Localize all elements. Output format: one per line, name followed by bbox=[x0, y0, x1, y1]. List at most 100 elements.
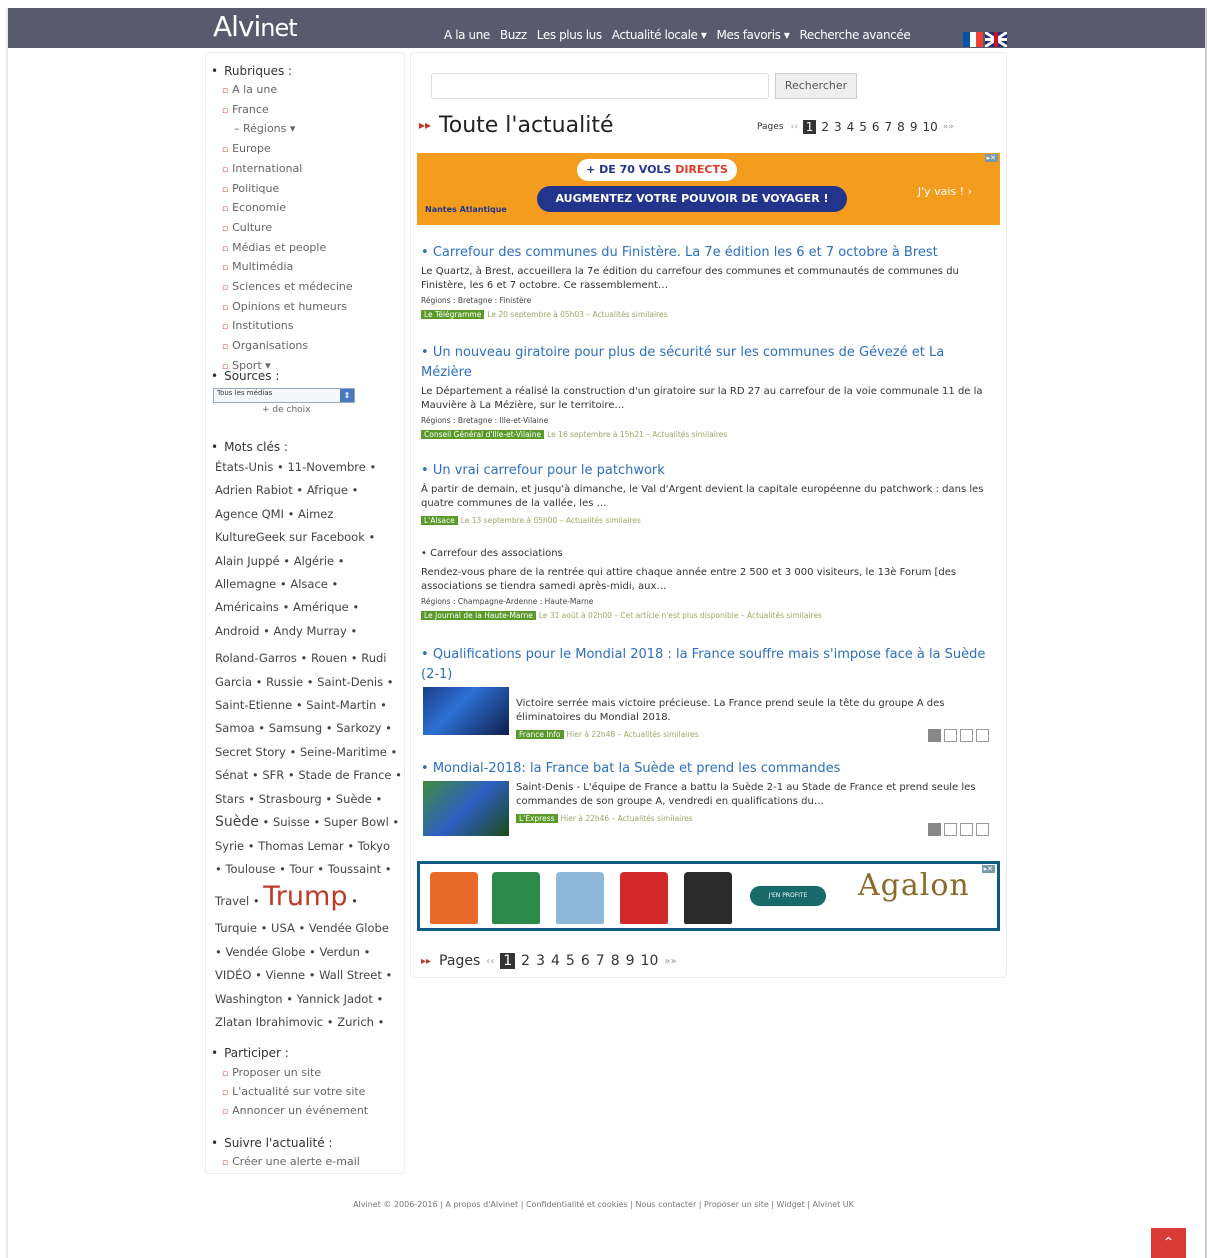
article-thumbnail[interactable] bbox=[423, 687, 509, 735]
tag-line[interactable]: Stars • Strasbourg • Suède • bbox=[215, 788, 401, 811]
tag-line[interactable]: Zlatan Ibrahimovic • Zurich • bbox=[215, 1011, 401, 1034]
page-link[interactable]: 5 bbox=[566, 953, 575, 969]
back-to-top-button[interactable]: ⌃ bbox=[1151, 1228, 1186, 1258]
site-logo[interactable]: Alvinet bbox=[213, 10, 298, 43]
sources-select[interactable]: Tous les médias ⇕ bbox=[213, 388, 355, 403]
source-badge[interactable]: France Info bbox=[516, 730, 564, 739]
page-link[interactable]: 9 bbox=[626, 953, 635, 969]
tag-line[interactable]: Allemagne • Alsace • bbox=[215, 573, 401, 596]
page-link[interactable]: 8 bbox=[897, 120, 905, 134]
ad-close-icon[interactable]: ▸✕ bbox=[984, 154, 998, 162]
googleplus-icon[interactable] bbox=[960, 823, 973, 836]
tag-line[interactable]: VIDÉO • Vienne • Wall Street • bbox=[215, 964, 401, 987]
email-icon[interactable] bbox=[976, 729, 989, 742]
facebook-icon[interactable] bbox=[928, 823, 941, 836]
french-flag-icon[interactable] bbox=[963, 32, 984, 47]
article-title[interactable]: Carrefour des associations bbox=[421, 544, 993, 564]
page-link[interactable]: 10 bbox=[922, 120, 937, 134]
article-title[interactable]: Un nouveau giratoire pour plus de sécuri… bbox=[421, 343, 993, 383]
next-icon[interactable]: »» bbox=[664, 956, 676, 967]
nav-actualite-locale[interactable]: Actualité locale ▾ bbox=[612, 28, 707, 48]
tag-line[interactable]: Garcia • Russie • Saint-Denis • bbox=[215, 671, 401, 694]
email-icon[interactable] bbox=[976, 823, 989, 836]
page-link[interactable]: 7 bbox=[596, 953, 605, 969]
sources-more-link[interactable]: + de choix bbox=[262, 405, 311, 415]
tag-suede[interactable]: Suède bbox=[215, 814, 259, 830]
page-link[interactable]: 4 bbox=[551, 953, 560, 969]
rubrique-item[interactable]: – Régions ▾ bbox=[222, 120, 353, 140]
rubrique-item[interactable]: France bbox=[222, 101, 353, 121]
nav-mes-favoris[interactable]: Mes favoris ▾ bbox=[717, 28, 790, 48]
tag-line[interactable]: • Vendée Globe • Verdun • bbox=[215, 941, 401, 964]
ad-close-icon[interactable]: ▸✕ bbox=[981, 865, 995, 873]
nav-les-plus-lus[interactable]: Les plus lus bbox=[537, 28, 602, 48]
tag-line[interactable]: Samoa • Samsung • Sarkozy • bbox=[215, 717, 401, 740]
twitter-icon[interactable] bbox=[944, 823, 957, 836]
article-title[interactable]: Un vrai carrefour pour le patchwork bbox=[421, 461, 993, 481]
article-title[interactable]: Qualifications pour le Mondial 2018 : la… bbox=[421, 645, 993, 685]
page-link[interactable]: 9 bbox=[910, 120, 918, 134]
nav-a-la-une[interactable]: A la une bbox=[444, 28, 490, 48]
uk-flag-icon[interactable] bbox=[985, 32, 1007, 47]
rubrique-item[interactable]: Opinions et humeurs bbox=[222, 298, 353, 318]
page-link-current[interactable]: 1 bbox=[500, 953, 516, 969]
tag-line[interactable]: Syrie • Thomas Lemar • Tokyo bbox=[215, 835, 401, 858]
banner-ad-flights[interactable]: + DE 70 VOLS DIRECTS AUGMENTEZ VOTRE POU… bbox=[417, 153, 1000, 225]
rubrique-item[interactable]: Organisations bbox=[222, 337, 353, 357]
rubrique-item[interactable]: Politique bbox=[222, 180, 353, 200]
tag-line[interactable]: Washington • Yannick Jadot • bbox=[215, 988, 401, 1011]
tag-line[interactable]: États-Unis • 11-Novembre • bbox=[215, 456, 401, 479]
page-link-current[interactable]: 1 bbox=[802, 120, 817, 134]
nav-recherche-avancee[interactable]: Recherche avancée bbox=[800, 28, 911, 48]
tag-line[interactable]: KultureGeek sur Facebook • bbox=[215, 526, 401, 549]
source-badge[interactable]: L'Express bbox=[516, 814, 558, 823]
source-badge[interactable]: Conseil Général d'Ille-et-Vilaine bbox=[421, 430, 545, 439]
rubrique-item[interactable]: Médias et people bbox=[222, 239, 353, 259]
source-badge[interactable]: L'Alsace bbox=[421, 516, 458, 525]
ad-cta[interactable]: J'y vais ! › bbox=[918, 185, 972, 198]
page-link[interactable]: 8 bbox=[611, 953, 620, 969]
tag-line[interactable]: Turquie • USA • Vendée Globe bbox=[215, 917, 401, 940]
search-input[interactable] bbox=[431, 73, 769, 99]
tag-line[interactable]: Américains • Amérique • bbox=[215, 596, 401, 619]
page-link[interactable]: 6 bbox=[872, 120, 880, 134]
tag-line[interactable]: Alain Juppé • Algérie • bbox=[215, 550, 401, 573]
rubrique-item[interactable]: Culture bbox=[222, 219, 353, 239]
page-link[interactable]: 10 bbox=[641, 953, 659, 969]
participer-item[interactable]: Annoncer un événement bbox=[222, 1102, 368, 1121]
page-link[interactable]: 2 bbox=[821, 120, 829, 134]
tag-travel[interactable]: Travel • bbox=[215, 894, 260, 908]
prev-icon[interactable]: ‹‹ bbox=[790, 122, 797, 132]
next-icon[interactable]: »» bbox=[943, 122, 954, 132]
banner-ad-clothing[interactable]: J'EN PROFITE Agalon ▸✕ bbox=[417, 861, 1000, 931]
rubrique-item[interactable]: International bbox=[222, 160, 353, 180]
facebook-icon[interactable] bbox=[928, 729, 941, 742]
rubrique-item[interactable]: Sciences et médecine bbox=[222, 278, 353, 298]
googleplus-icon[interactable] bbox=[960, 729, 973, 742]
tag-trump[interactable]: Trump bbox=[263, 881, 347, 912]
page-link[interactable]: 7 bbox=[885, 120, 893, 134]
article-thumbnail[interactable] bbox=[423, 781, 509, 836]
search-button[interactable]: Rechercher bbox=[775, 73, 857, 99]
suivre-item[interactable]: Créer une alerte e-mail bbox=[222, 1153, 360, 1173]
page-link[interactable]: 5 bbox=[859, 120, 867, 134]
prev-icon[interactable]: ‹‹ bbox=[486, 956, 494, 967]
rubrique-item[interactable]: Economie bbox=[222, 199, 353, 219]
footer[interactable]: Alvinet © 2006-2016 | A propos d'Alvinet… bbox=[0, 1200, 1207, 1209]
tag-line[interactable]: Sénat • SFR • Stade de France • bbox=[215, 764, 402, 787]
tag-line[interactable]: Saint-Etienne • Saint-Martin • bbox=[215, 694, 401, 717]
source-badge[interactable]: Le Journal de la Haute-Marne bbox=[421, 611, 536, 620]
tag-line[interactable]: • Toulouse • Tour • Toussaint • bbox=[215, 858, 401, 881]
tag-line-rest[interactable]: • Suisse • Super Bowl • bbox=[259, 815, 400, 829]
page-link[interactable]: 3 bbox=[834, 120, 842, 134]
rubrique-item[interactable]: Multimédia bbox=[222, 258, 353, 278]
participer-item[interactable]: Proposer un site bbox=[222, 1064, 368, 1083]
twitter-icon[interactable] bbox=[944, 729, 957, 742]
page-link[interactable]: 3 bbox=[536, 953, 545, 969]
tag-line[interactable]: Secret Story • Seine-Maritime • bbox=[215, 741, 401, 764]
source-badge[interactable]: Le Télégramme bbox=[421, 310, 485, 319]
article-title[interactable]: Mondial-2018: la France bat la Suède et … bbox=[421, 759, 993, 779]
tag-line[interactable]: Adrien Rabiot • Afrique • bbox=[215, 479, 401, 502]
tag-line[interactable]: Agence QMI • Aimez bbox=[215, 503, 401, 526]
page-link[interactable]: 2 bbox=[521, 953, 530, 969]
